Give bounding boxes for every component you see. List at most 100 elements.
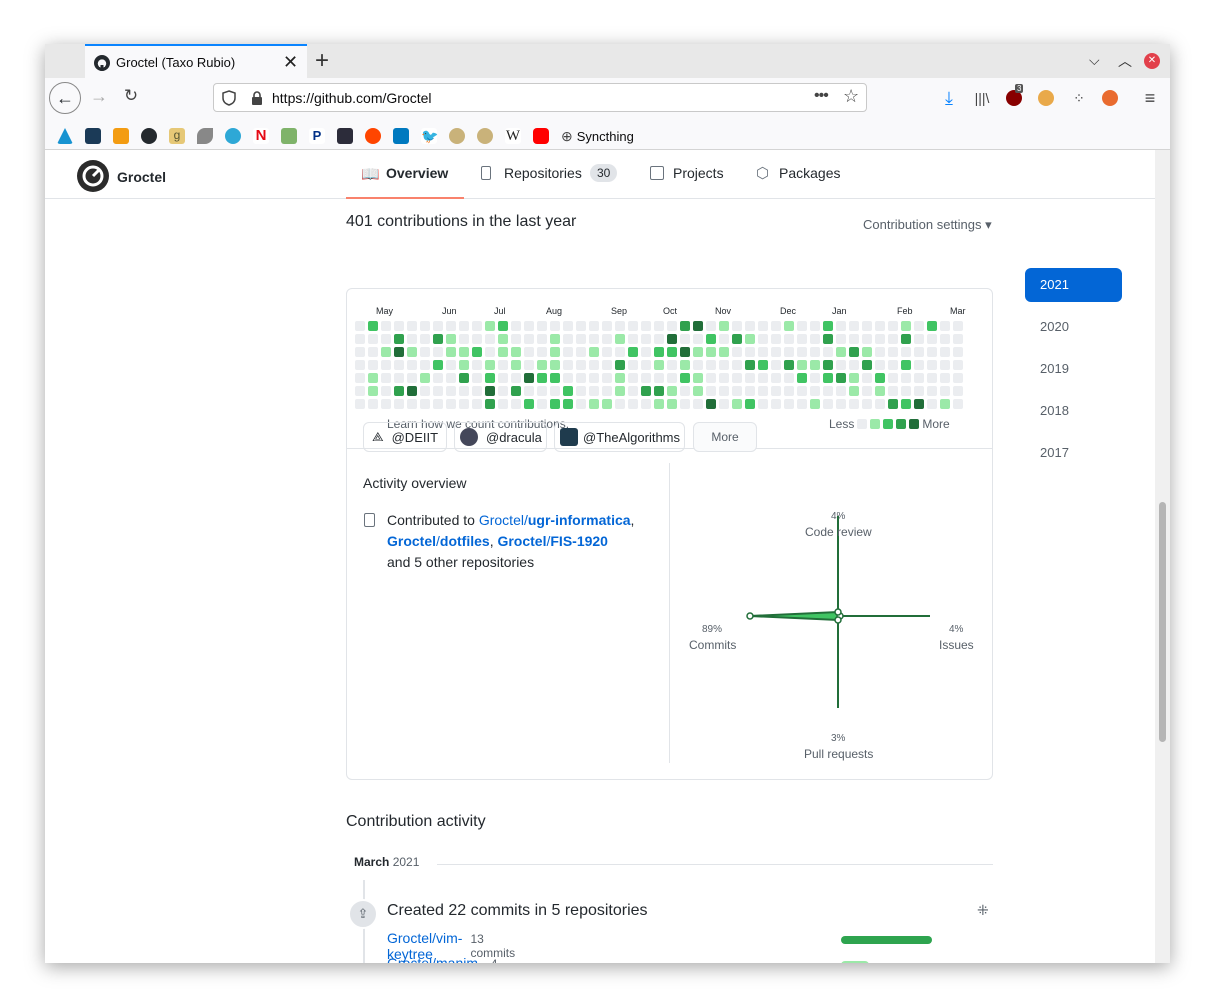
contribution-day[interactable] <box>914 321 924 331</box>
contribution-day[interactable] <box>550 399 560 409</box>
contribution-day[interactable] <box>498 334 508 344</box>
contribution-day[interactable] <box>602 347 612 357</box>
contribution-day[interactable] <box>641 360 651 370</box>
contribution-day[interactable] <box>940 386 950 396</box>
contribution-day[interactable] <box>459 360 469 370</box>
contribution-day[interactable] <box>420 386 430 396</box>
contribution-day[interactable] <box>550 373 560 383</box>
contribution-day[interactable] <box>355 347 365 357</box>
contribution-day[interactable] <box>901 399 911 409</box>
contribution-day[interactable] <box>420 334 430 344</box>
contribution-day[interactable] <box>862 399 872 409</box>
contribution-day[interactable] <box>862 347 872 357</box>
contribution-day[interactable] <box>355 321 365 331</box>
contribution-day[interactable] <box>641 347 651 357</box>
page-actions-icon[interactable]: ••• <box>814 87 829 105</box>
contribution-day[interactable] <box>849 360 859 370</box>
contribution-day[interactable] <box>667 399 677 409</box>
bookmark-7-icon[interactable] <box>225 128 241 144</box>
contribution-day[interactable] <box>472 399 482 409</box>
contribution-day[interactable] <box>680 386 690 396</box>
contribution-day[interactable] <box>498 321 508 331</box>
contribution-day[interactable] <box>459 347 469 357</box>
contribution-day[interactable] <box>420 373 430 383</box>
contribution-day[interactable] <box>914 399 924 409</box>
contribution-day[interactable] <box>602 386 612 396</box>
contribution-day[interactable] <box>888 334 898 344</box>
contribution-day[interactable] <box>901 321 911 331</box>
contribution-day[interactable] <box>771 399 781 409</box>
year-2018-button[interactable]: 2018 <box>1025 394 1122 428</box>
bookmark-feather-icon[interactable] <box>197 128 213 144</box>
contribution-day[interactable] <box>407 360 417 370</box>
contribution-day[interactable] <box>901 347 911 357</box>
contribution-day[interactable] <box>446 373 456 383</box>
contribution-day[interactable] <box>537 360 547 370</box>
contribution-day[interactable] <box>875 347 885 357</box>
contribution-day[interactable] <box>355 360 365 370</box>
contribution-day[interactable] <box>784 399 794 409</box>
contribution-day[interactable] <box>901 334 911 344</box>
contribution-day[interactable] <box>654 347 664 357</box>
contribution-day[interactable] <box>784 373 794 383</box>
contribution-day[interactable] <box>797 347 807 357</box>
contribution-day[interactable] <box>563 360 573 370</box>
contribution-day[interactable] <box>771 334 781 344</box>
contribution-day[interactable] <box>394 386 404 396</box>
contribution-day[interactable] <box>940 321 950 331</box>
contribution-day[interactable] <box>758 347 768 357</box>
contribution-day[interactable] <box>641 399 651 409</box>
contribution-day[interactable] <box>888 399 898 409</box>
contribution-day[interactable] <box>576 321 586 331</box>
contribution-day[interactable] <box>667 360 677 370</box>
contribution-day[interactable] <box>654 334 664 344</box>
contribution-day[interactable] <box>654 399 664 409</box>
contribution-day[interactable] <box>589 321 599 331</box>
github-bookmark-icon[interactable] <box>141 128 157 144</box>
contribution-day[interactable] <box>407 321 417 331</box>
netflix-bookmark-icon[interactable]: N <box>253 128 269 144</box>
contribution-day[interactable] <box>459 399 469 409</box>
contribution-day[interactable] <box>407 399 417 409</box>
contribution-day[interactable] <box>836 373 846 383</box>
contribution-day[interactable] <box>602 373 612 383</box>
contribution-day[interactable] <box>485 373 495 383</box>
contribution-day[interactable] <box>914 334 924 344</box>
contribution-day[interactable] <box>927 347 937 357</box>
contribution-day[interactable] <box>602 399 612 409</box>
contribution-day[interactable] <box>667 334 677 344</box>
contribution-day[interactable] <box>732 347 742 357</box>
contribution-day[interactable] <box>563 334 573 344</box>
contribution-day[interactable] <box>628 321 638 331</box>
contribution-day[interactable] <box>810 347 820 357</box>
contribution-day[interactable] <box>511 360 521 370</box>
contribution-day[interactable] <box>524 386 534 396</box>
orgs-more-button[interactable]: More <box>693 422 757 452</box>
reload-icon[interactable]: ↻ <box>121 86 141 106</box>
wikipedia-bookmark-icon[interactable]: W <box>505 128 521 144</box>
contribution-day[interactable] <box>485 321 495 331</box>
contribution-day[interactable] <box>927 399 937 409</box>
contribution-day[interactable] <box>524 360 534 370</box>
contribution-day[interactable] <box>680 334 690 344</box>
contribution-day[interactable] <box>784 360 794 370</box>
contribution-day[interactable] <box>472 321 482 331</box>
contribution-day[interactable] <box>953 373 963 383</box>
contribution-day[interactable] <box>615 347 625 357</box>
contribution-day[interactable] <box>940 360 950 370</box>
contribution-day[interactable] <box>849 334 859 344</box>
contribution-day[interactable] <box>628 386 638 396</box>
contribution-day[interactable] <box>537 373 547 383</box>
contribution-day[interactable] <box>771 321 781 331</box>
contribution-day[interactable] <box>433 373 443 383</box>
contribution-day[interactable] <box>368 321 378 331</box>
paypal-bookmark-icon[interactable]: P <box>309 128 325 144</box>
contribution-day[interactable] <box>550 347 560 357</box>
contribution-day[interactable] <box>576 399 586 409</box>
contribution-day[interactable] <box>394 321 404 331</box>
contribution-day[interactable] <box>641 334 651 344</box>
contribution-day[interactable] <box>537 347 547 357</box>
contribution-day[interactable] <box>407 347 417 357</box>
contribution-day[interactable] <box>459 373 469 383</box>
contribution-day[interactable] <box>628 373 638 383</box>
